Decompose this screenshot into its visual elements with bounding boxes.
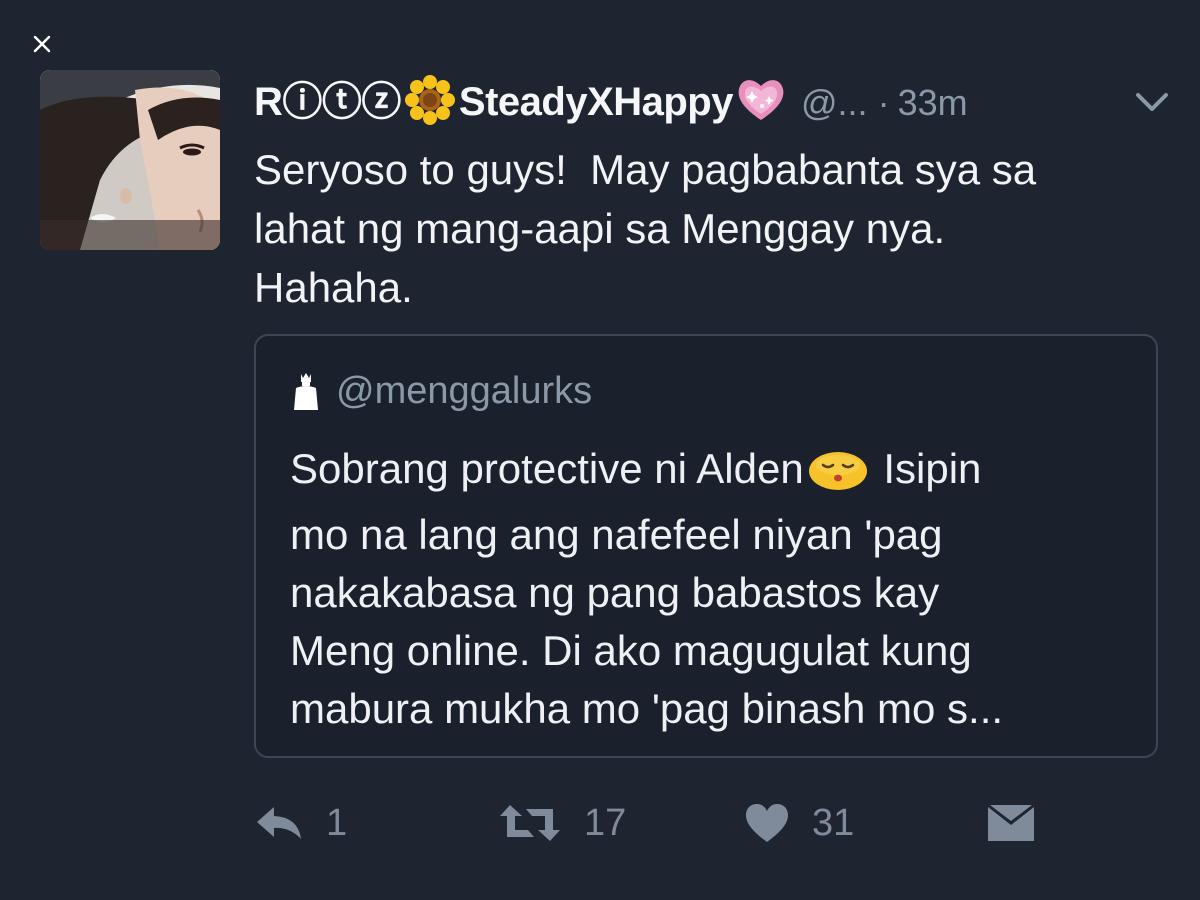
heart-icon (746, 804, 788, 842)
close-icon (33, 35, 51, 53)
header-separator: · (877, 82, 890, 123)
quoted-tweet-handle: @menggalurks (336, 370, 593, 412)
circled-letter-z: ⓩ (361, 80, 401, 125)
tweet-text: Seryoso to guys! May pagbabanta sya sa l… (254, 146, 1037, 311)
retweet-button[interactable]: 17 (498, 792, 626, 854)
sparkling-heart-emoji (735, 76, 787, 134)
display-name[interactable]: Rⓘⓣⓩ SteadyXHappy (254, 69, 789, 136)
profile-avatar[interactable] (40, 70, 220, 250)
display-name-prefix: R (254, 80, 283, 125)
avatar-photo (40, 70, 220, 250)
user-handle[interactable]: @... (801, 82, 868, 124)
quoted-tweet-text: Sobrang protective ni Alden Isipin mo na… (290, 440, 1140, 738)
quoted-text-part-1: Sobrang protective ni Alden (290, 445, 804, 492)
timestamp[interactable]: 33m (898, 82, 968, 124)
circled-letter-t: ⓣ (321, 80, 362, 125)
retweet-icon (500, 805, 560, 841)
like-button[interactable]: 31 (744, 792, 854, 854)
direct-message-button[interactable] (986, 792, 1036, 854)
like-count: 31 (812, 801, 855, 844)
display-name-main: SteadyXHappy (458, 80, 734, 125)
reply-count: 1 (326, 801, 348, 844)
crown-figure-icon (294, 372, 318, 410)
quoted-tweet-card[interactable]: @menggalurks Sobrang protective ni Alden… (254, 334, 1158, 758)
tweet-action-bar: 1 17 31 (254, 792, 1154, 854)
circled-letter-i: ⓘ (282, 80, 322, 125)
reply-button[interactable]: 1 (254, 792, 347, 854)
tweet-menu-button[interactable] (1132, 84, 1172, 118)
quoted-tweet-header: @menggalurks (290, 370, 592, 413)
sunflower-emoji (403, 73, 457, 137)
envelope-icon (988, 805, 1034, 841)
tweet-header: Rⓘⓣⓩ SteadyXHappy @... · 33m (254, 72, 1164, 134)
retweet-count: 17 (584, 801, 627, 844)
reply-icon (257, 807, 301, 839)
tweet-detail-screen: Rⓘⓣⓩ SteadyXHappy @... · 33m Seryoso to … (0, 0, 1200, 900)
chevron-down-icon (1136, 93, 1168, 111)
close-button[interactable] (28, 30, 56, 58)
kissing-face-emoji (808, 448, 868, 506)
